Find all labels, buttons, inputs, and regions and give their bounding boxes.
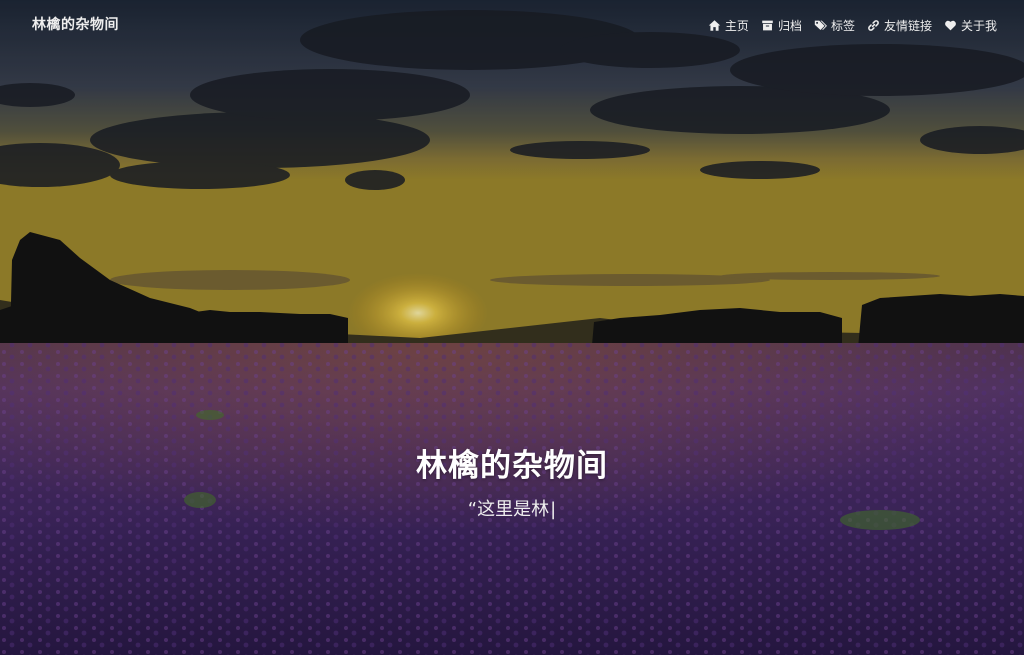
site-title: 林檎的杂物间 — [416, 448, 608, 484]
home-icon — [708, 20, 721, 31]
nav-menu: 主页 归档 标签 友情链接 关于我 — [708, 17, 997, 34]
menu-item-home[interactable]: 主页 — [708, 17, 749, 34]
menu-item-label: 友情链接 — [883, 19, 932, 33]
menu-item-label: 关于我 — [960, 19, 997, 33]
site-info: 林檎的杂物间 “这里是林| — [0, 440, 1024, 521]
menu-item-label: 主页 — [724, 19, 749, 33]
subtitle-text: “这里是林 — [467, 499, 550, 520]
menu-item-tags[interactable]: 标签 — [814, 17, 855, 34]
menu-item-archive[interactable]: 归档 — [761, 17, 802, 34]
site-subtitle: “这里是林| — [0, 495, 1024, 521]
heart-icon — [945, 20, 956, 31]
site-name-link[interactable]: 林檎的杂物间 — [32, 14, 119, 34]
background-overlay — [0, 0, 1024, 655]
menu-item-label: 标签 — [830, 19, 855, 33]
tags-icon — [814, 20, 827, 30]
navbar: 林檎的杂物间 主页 归档 标签 友情链接 关于我 — [0, 0, 1024, 50]
menu-item-about[interactable]: 关于我 — [944, 17, 997, 34]
hero-section: 林檎的杂物间 主页 归档 标签 友情链接 关于我 林檎的杂物间 “这里是林| — [0, 0, 1024, 655]
archive-icon — [762, 20, 773, 31]
menu-item-label: 归档 — [777, 19, 802, 33]
typing-cursor: | — [550, 499, 557, 520]
menu-item-links[interactable]: 友情链接 — [867, 17, 932, 34]
link-icon — [868, 20, 879, 31]
